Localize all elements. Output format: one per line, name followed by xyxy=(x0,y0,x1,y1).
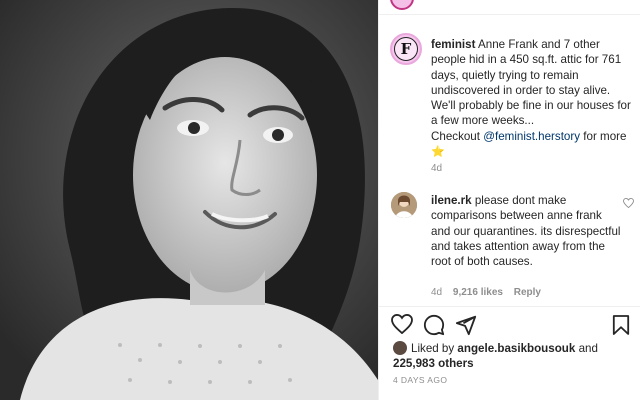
divider xyxy=(379,306,640,307)
feminist-avatar[interactable]: F xyxy=(390,33,422,65)
caption-checkout: Checkout xyxy=(431,129,480,143)
commenter-avatar-image xyxy=(391,192,417,218)
caption-text: Anne Frank and 7 other people hid in a 4… xyxy=(431,38,631,128)
post-side-panel: F feminist Anne Frank and 7 other people… xyxy=(378,0,640,400)
caption-mention[interactable]: @feminist.herstory xyxy=(483,130,580,143)
caption-time: 4d xyxy=(431,163,443,174)
comment-meta: 4d 9,216 likes Reply xyxy=(431,287,549,298)
story-avatar[interactable] xyxy=(390,0,414,10)
comment-username[interactable]: ilene.rk xyxy=(431,194,472,207)
portrait-image xyxy=(0,0,378,400)
likes-and: and xyxy=(578,342,598,355)
bookmark-icon[interactable] xyxy=(612,314,630,336)
comment-body: ilene.rk please dont make comparisons be… xyxy=(431,193,621,269)
likes-count[interactable]: 225,983 others xyxy=(393,357,474,370)
paper-plane-icon[interactable] xyxy=(455,314,477,336)
likes-summary: Liked by angele.basikbousouk and 225,983… xyxy=(393,341,633,371)
divider xyxy=(379,14,640,15)
comment-like-icon[interactable] xyxy=(623,198,634,208)
caption-username[interactable]: feminist xyxy=(431,38,475,51)
comment-time: 4d xyxy=(431,287,443,298)
action-bar xyxy=(391,314,631,336)
post-caption: feminist Anne Frank and 7 other people h… xyxy=(431,37,635,160)
caption-checkout-suffix: for more xyxy=(583,129,627,143)
heart-icon[interactable] xyxy=(391,314,413,334)
post-photo[interactable] xyxy=(0,0,378,400)
likes-prefix: Liked by xyxy=(411,342,455,355)
liker-username[interactable]: angele.basikbousouk xyxy=(457,342,575,355)
commenter-avatar[interactable] xyxy=(391,192,417,218)
comment-likes[interactable]: 9,216 likes xyxy=(453,287,503,298)
reply-button[interactable]: Reply xyxy=(514,287,541,298)
post-date[interactable]: 4 DAYS AGO xyxy=(393,375,447,385)
comment-icon[interactable] xyxy=(423,314,445,336)
liker-avatar[interactable] xyxy=(393,341,407,355)
star-emoji: ⭐ xyxy=(431,146,445,159)
avatar-letter: F xyxy=(394,37,418,61)
